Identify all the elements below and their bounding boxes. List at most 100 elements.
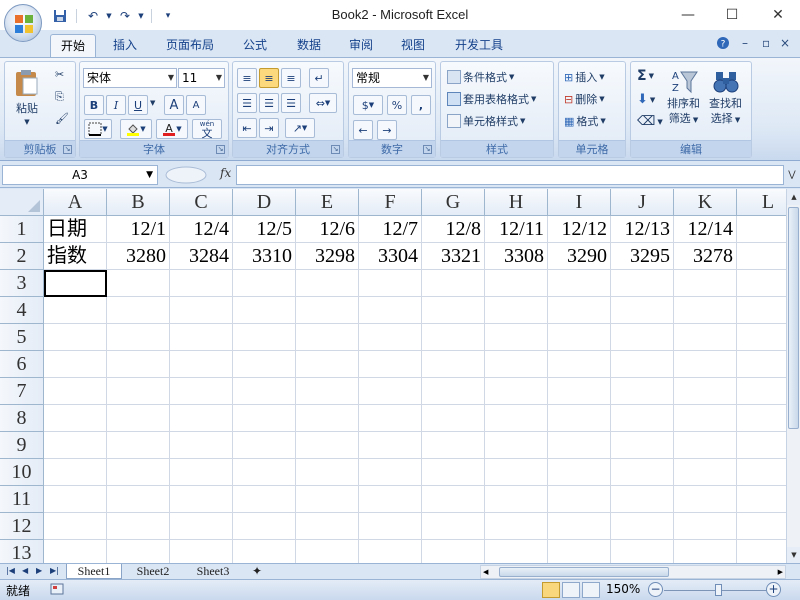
column-header-k[interactable]: K: [674, 189, 737, 216]
insert-cells-button[interactable]: ⊞ 插入 ▼: [564, 69, 605, 85]
cell-g12[interactable]: [422, 513, 485, 540]
align-left-icon[interactable]: ☰: [237, 93, 257, 113]
cell-i5[interactable]: [548, 324, 611, 351]
cell-h7[interactable]: [485, 378, 548, 405]
conditional-formatting-button[interactable]: 条件格式 ▼: [447, 69, 514, 85]
grow-font-button[interactable]: A: [164, 95, 184, 115]
column-header-a[interactable]: A: [44, 189, 107, 216]
cell-h10[interactable]: [485, 459, 548, 486]
find-select-button[interactable]: 查找和 选择 ▼: [709, 68, 742, 128]
align-top-icon[interactable]: ≡: [237, 68, 257, 88]
cell-g11[interactable]: [422, 486, 485, 513]
scroll-right-icon[interactable]: ▶: [778, 566, 783, 578]
tab-view[interactable]: 视图: [392, 34, 434, 58]
cell-k12[interactable]: [674, 513, 737, 540]
tab-formulas[interactable]: 公式: [234, 34, 276, 58]
cell-a6[interactable]: [44, 351, 107, 378]
row-header-13[interactable]: 13: [0, 540, 44, 563]
cell-c11[interactable]: [170, 486, 233, 513]
sheet-tab-sheet3[interactable]: Sheet3: [184, 564, 242, 579]
cell-k5[interactable]: [674, 324, 737, 351]
comma-button[interactable]: ,: [411, 95, 431, 115]
align-middle-icon[interactable]: ≡: [259, 68, 279, 88]
cell-h1[interactable]: 12/11: [485, 216, 548, 243]
first-sheet-icon[interactable]: |◀: [6, 566, 15, 575]
cell-l2[interactable]: [737, 243, 786, 270]
scroll-left-icon[interactable]: ◀: [483, 566, 488, 578]
cell-f12[interactable]: [359, 513, 422, 540]
cell-b6[interactable]: [107, 351, 170, 378]
autosum-button[interactable]: Σ ▼: [637, 68, 654, 84]
cell-a2[interactable]: 指数: [44, 243, 107, 270]
cell-g3[interactable]: [422, 270, 485, 297]
cell-f9[interactable]: [359, 432, 422, 459]
insert-function-icon[interactable]: fx: [220, 166, 231, 180]
name-box[interactable]: A3 ▼: [2, 165, 158, 185]
cell-e2[interactable]: 3298: [296, 243, 359, 270]
office-button[interactable]: [4, 4, 42, 42]
font-launcher-icon[interactable]: ↘: [216, 145, 225, 154]
cell-l8[interactable]: [737, 405, 786, 432]
font-size-select[interactable]: 11 ▼: [178, 68, 225, 88]
cell-a3[interactable]: [44, 270, 107, 297]
row-header-5[interactable]: 5: [0, 324, 44, 351]
cell-i8[interactable]: [548, 405, 611, 432]
font-name-select[interactable]: 宋体 ▼: [83, 68, 177, 88]
shrink-font-button[interactable]: A: [186, 95, 206, 115]
cell-d5[interactable]: [233, 324, 296, 351]
chevron-down-icon[interactable]: ▼: [146, 166, 153, 184]
cell-j5[interactable]: [611, 324, 674, 351]
cell-a7[interactable]: [44, 378, 107, 405]
scroll-up-icon[interactable]: ▲: [787, 189, 800, 205]
ribbon-minimize-icon[interactable]: –: [742, 36, 748, 50]
cell-l5[interactable]: [737, 324, 786, 351]
decrease-decimal-icon[interactable]: →: [377, 120, 397, 140]
font-color-button[interactable]: A ▼: [156, 119, 188, 139]
cell-g9[interactable]: [422, 432, 485, 459]
number-launcher-icon[interactable]: ↘: [423, 145, 432, 154]
cell-i10[interactable]: [548, 459, 611, 486]
cell-f10[interactable]: [359, 459, 422, 486]
zoom-level[interactable]: 150%: [606, 582, 640, 596]
cell-b8[interactable]: [107, 405, 170, 432]
cell-f4[interactable]: [359, 297, 422, 324]
cell-b10[interactable]: [107, 459, 170, 486]
page-break-view-icon[interactable]: [582, 582, 600, 598]
cell-h6[interactable]: [485, 351, 548, 378]
cell-d2[interactable]: 3310: [233, 243, 296, 270]
cell-f13[interactable]: [359, 540, 422, 563]
phonetic-button[interactable]: wén 文: [192, 119, 222, 139]
paste-button[interactable]: 粘贴 ▼: [13, 68, 41, 126]
cell-l1[interactable]: [737, 216, 786, 243]
cell-c13[interactable]: [170, 540, 233, 563]
cell-d1[interactable]: 12/5: [233, 216, 296, 243]
cell-c3[interactable]: [170, 270, 233, 297]
tab-review[interactable]: 审阅: [340, 34, 382, 58]
cell-e6[interactable]: [296, 351, 359, 378]
cell-c1[interactable]: 12/4: [170, 216, 233, 243]
cell-d9[interactable]: [233, 432, 296, 459]
sheet-tab-sheet1[interactable]: Sheet1: [66, 564, 122, 579]
cell-a8[interactable]: [44, 405, 107, 432]
select-all-button[interactable]: [0, 189, 44, 216]
cell-f8[interactable]: [359, 405, 422, 432]
cell-e7[interactable]: [296, 378, 359, 405]
close-button[interactable]: ✕: [756, 0, 800, 30]
column-header-f[interactable]: F: [359, 189, 422, 216]
cell-k2[interactable]: 3278: [674, 243, 737, 270]
expand-formula-bar-icon[interactable]: ⋁: [786, 165, 798, 185]
tab-developer[interactable]: 开发工具: [446, 34, 512, 58]
cell-a11[interactable]: [44, 486, 107, 513]
percent-button[interactable]: %: [387, 95, 407, 115]
cell-j11[interactable]: [611, 486, 674, 513]
cell-d11[interactable]: [233, 486, 296, 513]
zoom-in-button[interactable]: +: [766, 582, 781, 597]
cell-i6[interactable]: [548, 351, 611, 378]
column-header-d[interactable]: D: [233, 189, 296, 216]
cell-j3[interactable]: [611, 270, 674, 297]
cell-l7[interactable]: [737, 378, 786, 405]
cell-k1[interactable]: 12/14: [674, 216, 737, 243]
cell-c9[interactable]: [170, 432, 233, 459]
cell-l12[interactable]: [737, 513, 786, 540]
cell-k8[interactable]: [674, 405, 737, 432]
